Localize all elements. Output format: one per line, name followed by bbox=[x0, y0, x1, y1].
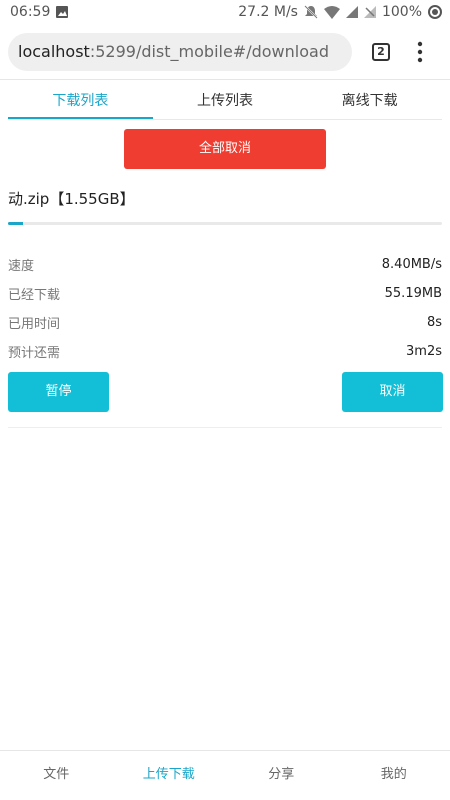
bottom-nav: 文件 上传下载 分享 我的 bbox=[0, 750, 450, 800]
download-stats: 速度 8.40MB/s 已经下载 55.19MB 已用时间 8s 预计还需 3m… bbox=[8, 250, 442, 366]
stat-value: 3m2s bbox=[406, 344, 442, 359]
stat-value: 8s bbox=[426, 315, 442, 330]
nav-files[interactable]: 文件 bbox=[0, 751, 113, 800]
address-bar[interactable]: localhost:5299/dist_mobile#/download bbox=[8, 33, 352, 71]
stat-row-speed: 速度 8.40MB/s bbox=[8, 250, 442, 279]
battery-level: 100% bbox=[381, 4, 422, 20]
nav-mine[interactable]: 我的 bbox=[338, 751, 450, 800]
battery-icon bbox=[428, 5, 442, 19]
file-name: 动.zip【1.55GB】 bbox=[8, 190, 135, 208]
tab-offline-download[interactable]: 离线下载 bbox=[297, 84, 442, 119]
wifi-icon bbox=[323, 5, 340, 19]
stat-label: 预计还需 bbox=[8, 346, 61, 361]
tab-switcher-button[interactable]: 2 bbox=[372, 43, 390, 61]
status-bar: 06:59 27.2 M/s 100% bbox=[0, 0, 450, 26]
stat-row-downloaded: 已经下载 55.19MB bbox=[8, 279, 442, 308]
url-host: localhost bbox=[18, 42, 90, 61]
url-path: :5299/dist_mobile#/download bbox=[89, 42, 329, 61]
tab-upload-list[interactable]: 上传列表 bbox=[153, 84, 298, 119]
browser-toolbar: localhost:5299/dist_mobile#/download 2 bbox=[0, 26, 450, 80]
nav-share[interactable]: 分享 bbox=[225, 751, 338, 800]
stat-label: 已经下载 bbox=[8, 288, 61, 303]
stat-row-remaining: 预计还需 3m2s bbox=[8, 337, 442, 366]
cancel-all-button[interactable]: 全部取消 bbox=[124, 129, 326, 169]
stat-label: 速度 bbox=[8, 259, 35, 274]
cancel-button[interactable]: 取消 bbox=[342, 372, 443, 412]
status-time: 06:59 bbox=[10, 4, 51, 20]
divider bbox=[8, 427, 442, 428]
stat-row-elapsed: 已用时间 8s bbox=[8, 308, 442, 337]
signal-icon bbox=[345, 6, 358, 18]
nav-transfers[interactable]: 上传下载 bbox=[113, 751, 226, 800]
network-speed: 27.2 M/s bbox=[238, 4, 298, 20]
download-progress-bar bbox=[8, 222, 442, 225]
transfer-tabs: 下载列表 上传列表 离线下载 bbox=[8, 84, 442, 120]
no-signal-icon bbox=[363, 6, 376, 18]
pause-button[interactable]: 暂停 bbox=[8, 372, 109, 412]
tab-download-list[interactable]: 下载列表 bbox=[8, 84, 153, 119]
mute-icon bbox=[304, 5, 318, 19]
progress-fill bbox=[8, 222, 24, 225]
stat-value: 55.19MB bbox=[384, 286, 442, 301]
stat-value: 8.40MB/s bbox=[381, 257, 442, 272]
more-menu-icon[interactable] bbox=[416, 41, 424, 63]
image-icon bbox=[56, 6, 68, 18]
stat-label: 已用时间 bbox=[8, 317, 61, 332]
